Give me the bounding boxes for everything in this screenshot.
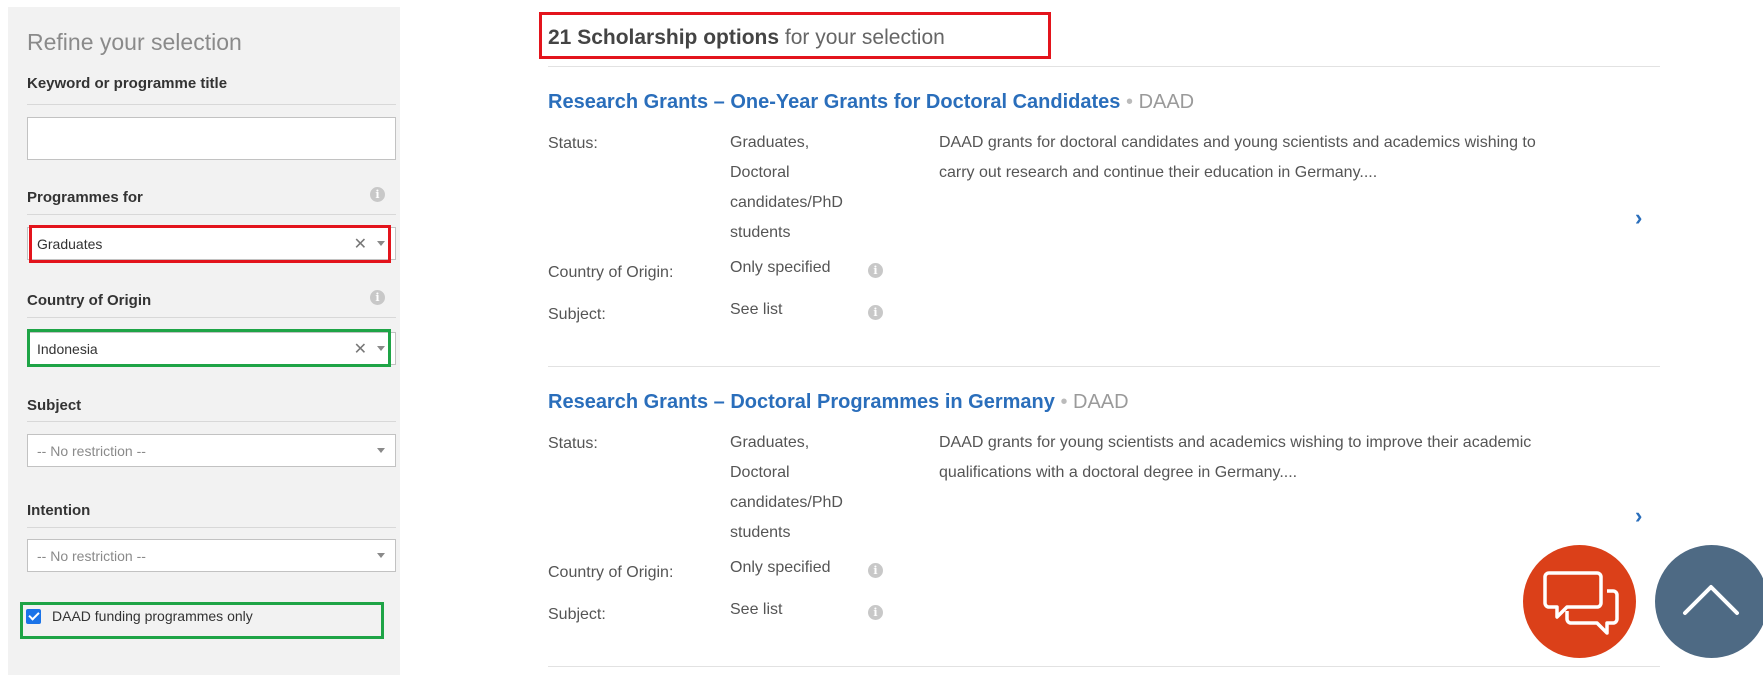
subject-value: -- No restriction -- (37, 443, 146, 459)
chevron-down-icon[interactable] (377, 448, 385, 453)
result-title[interactable]: Research Grants – Doctoral Programmes in… (548, 391, 1055, 413)
status-line: Graduates, (730, 134, 810, 151)
sidebar-title: Refine your selection (27, 29, 242, 55)
info-icon[interactable]: i (868, 263, 883, 278)
intention-value: -- No restriction -- (37, 548, 146, 564)
keyword-label: Keyword or programme title (27, 75, 228, 92)
result-title[interactable]: Research Grants – One-Year Grants for Do… (548, 91, 1120, 113)
status-line: students (730, 524, 791, 541)
status-line: Graduates, (730, 434, 810, 451)
chevron-down-icon[interactable] (377, 553, 385, 558)
subject-value[interactable]: See list (730, 600, 782, 620)
title-separator: • (1060, 391, 1068, 413)
info-icon[interactable]: i (868, 605, 883, 620)
status-label: Status: (548, 435, 598, 452)
info-icon[interactable]: i (868, 563, 883, 578)
divider (27, 421, 396, 422)
highlight-box (29, 225, 391, 263)
status-line: candidates/PhD (730, 194, 843, 211)
back-to-top-button[interactable] (1655, 545, 1763, 658)
title-separator: • (1125, 91, 1133, 113)
intention-label: Intention (27, 502, 91, 519)
info-icon[interactable]: i (370, 187, 385, 202)
subject-label: Subject (27, 397, 82, 414)
chat-bubbles-icon (1543, 571, 1619, 635)
divider (27, 214, 396, 215)
divider (27, 104, 396, 105)
result-title-link[interactable]: Research Grants – Doctoral Programmes in… (548, 391, 1129, 414)
country-of-origin-label: Country of Origin (27, 292, 152, 309)
divider (27, 317, 396, 318)
subject-value[interactable]: See list (730, 300, 782, 320)
divider (548, 366, 1660, 367)
status-line: Doctoral (730, 464, 790, 481)
chevron-up-icon (1683, 585, 1739, 615)
country-value: Only specified (730, 559, 831, 576)
status-value: Graduates, Doctoral candidates/PhD stude… (730, 128, 843, 248)
status-line: Doctoral (730, 164, 790, 181)
chat-button[interactable] (1523, 545, 1636, 658)
subject-select[interactable]: -- No restriction -- (27, 434, 396, 467)
result-description: DAAD grants for young scientists and aca… (939, 434, 1532, 481)
keyword-input[interactable] (27, 117, 396, 160)
divider (548, 666, 1660, 667)
info-icon[interactable]: i (370, 290, 385, 305)
chevron-right-icon[interactable]: › (1635, 503, 1642, 529)
country-value: Only specified (730, 259, 831, 276)
status-label: Status: (548, 135, 598, 152)
subject-label: Subject: (548, 306, 606, 323)
highlight-box (27, 329, 391, 367)
daad-only-label: DAAD funding programmes only (52, 608, 253, 624)
info-icon[interactable]: i (868, 305, 883, 320)
result-organisation: DAAD (1073, 391, 1129, 413)
highlight-box (539, 12, 1051, 59)
divider (548, 66, 1660, 67)
status-line: candidates/PhD (730, 494, 843, 511)
result-description: DAAD grants for doctoral candidates and … (939, 134, 1536, 181)
status-line: students (730, 224, 791, 241)
result-title-link[interactable]: Research Grants – One-Year Grants for Do… (548, 91, 1194, 114)
status-value: Graduates, Doctoral candidates/PhD stude… (730, 428, 843, 548)
subject-label: Subject: (548, 606, 606, 623)
result-organisation: DAAD (1138, 91, 1195, 113)
programmes-for-label: Programmes for (27, 189, 143, 206)
daad-only-checkbox-row[interactable]: DAAD funding programmes only (20, 605, 380, 629)
intention-select[interactable]: -- No restriction -- (27, 539, 396, 572)
country-label: Country of Origin: (548, 564, 674, 581)
filter-sidebar: Refine your selection Keyword or program… (8, 7, 400, 675)
country-label: Country of Origin: (548, 264, 674, 281)
chevron-right-icon[interactable]: › (1635, 205, 1642, 231)
divider (27, 527, 396, 528)
daad-only-checkbox[interactable] (26, 609, 41, 624)
